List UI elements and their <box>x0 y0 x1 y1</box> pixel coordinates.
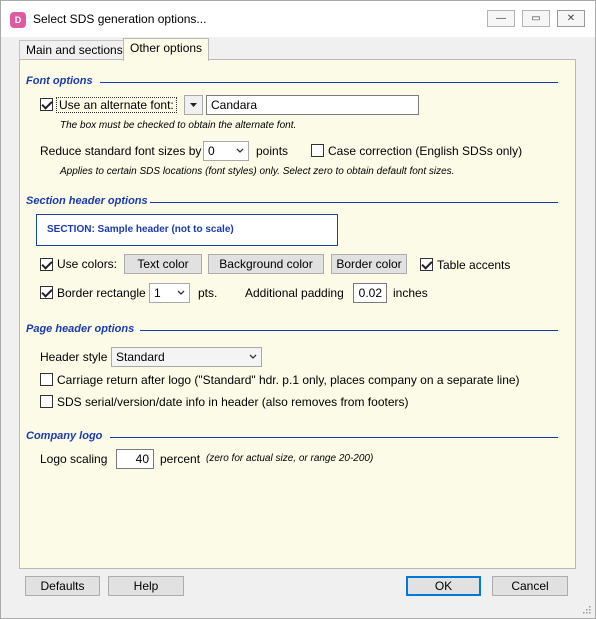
serial-info-label[interactable]: SDS serial/version/date info in header (… <box>57 395 409 409</box>
reduce-font-label: Reduce standard font sizes by <box>40 144 202 158</box>
company-logo-divider <box>110 437 558 438</box>
header-style-select[interactable]: Standard <box>111 347 262 367</box>
minimize-button[interactable]: — <box>487 10 515 27</box>
cancel-button[interactable]: Cancel <box>492 576 568 596</box>
chevron-down-icon <box>190 103 197 107</box>
case-correction-checkbox[interactable] <box>311 144 324 157</box>
header-style-value: Standard <box>116 350 165 364</box>
tab-main-and-sections[interactable]: Main and sections <box>19 40 125 60</box>
logo-scaling-unit: percent <box>160 452 201 466</box>
chevron-down-icon <box>249 354 257 359</box>
logo-scaling-label: Logo scaling <box>40 452 108 466</box>
additional-padding-label: Additional padding <box>245 286 344 300</box>
reduce-font-select[interactable]: 0 <box>203 141 249 161</box>
help-button[interactable]: Help <box>108 576 184 596</box>
carriage-return-label[interactable]: Carriage return after logo ("Standard" h… <box>57 373 520 387</box>
border-color-button[interactable]: Border color <box>331 254 407 274</box>
background-color-button[interactable]: Background color <box>208 254 324 274</box>
border-rectangle-label[interactable]: Border rectangle <box>57 286 146 300</box>
tab-other-options[interactable]: Other options <box>123 38 209 61</box>
alt-font-input[interactable]: Candara <box>206 95 419 115</box>
dialog-window: D Select SDS generation options... — ▭ ✕… <box>0 0 596 619</box>
text-color-button[interactable]: Text color <box>124 254 202 274</box>
border-rectangle-select[interactable]: 1 <box>149 283 190 303</box>
page-header-divider <box>140 330 558 331</box>
serial-info-checkbox[interactable] <box>40 395 53 408</box>
carriage-return-checkbox[interactable] <box>40 373 53 386</box>
font-options-divider <box>100 82 558 83</box>
chevron-down-icon <box>236 148 244 153</box>
table-accents-label[interactable]: Table accents <box>437 258 510 272</box>
table-accents-checkbox[interactable] <box>420 258 433 271</box>
use-colors-checkbox[interactable] <box>40 258 53 271</box>
additional-padding-unit: inches <box>393 286 428 300</box>
resize-grip-icon[interactable] <box>581 604 591 614</box>
app-logo-icon: D <box>10 12 26 28</box>
alt-font-note: The box must be checked to obtain the al… <box>60 120 297 131</box>
alt-font-label[interactable]: Use an alternate font: <box>56 97 177 113</box>
sample-header-text: SECTION: Sample header (not to scale) <box>47 224 234 235</box>
alt-font-dropdown-button[interactable] <box>184 95 203 115</box>
minimize-icon: — <box>496 13 506 24</box>
reduce-font-unit: points <box>256 144 289 158</box>
sample-header-preview: SECTION: Sample header (not to scale) <box>36 214 338 246</box>
tab-panel-other-options: Font options Use an alternate font: Cand… <box>19 59 576 569</box>
window-title: Select SDS generation options... <box>33 12 207 26</box>
title-bar[interactable]: D Select SDS generation options... — ▭ ✕ <box>1 1 595 37</box>
defaults-button[interactable]: Defaults <box>25 576 100 596</box>
header-style-label: Header style <box>40 350 108 364</box>
alt-font-checkbox[interactable] <box>40 98 53 111</box>
section-header-divider <box>150 202 558 203</box>
ok-button[interactable]: OK <box>406 576 481 596</box>
border-rectangle-value: 1 <box>154 286 161 300</box>
maximize-icon: ▭ <box>531 13 541 24</box>
font-options-title: Font options <box>26 75 93 87</box>
logo-scaling-input[interactable]: 40 <box>116 449 154 469</box>
page-header-options-title: Page header options <box>26 323 135 335</box>
reduce-font-value: 0 <box>208 144 215 158</box>
section-header-options-title: Section header options <box>26 195 148 207</box>
reduce-font-note: Applies to certain SDS locations (font s… <box>60 166 455 177</box>
close-button[interactable]: ✕ <box>557 10 585 27</box>
border-rectangle-unit: pts. <box>198 286 218 300</box>
maximize-button[interactable]: ▭ <box>522 10 550 27</box>
additional-padding-input[interactable]: 0.02 <box>353 283 387 303</box>
case-correction-label[interactable]: Case correction (English SDSs only) <box>328 144 522 158</box>
close-icon: ✕ <box>566 13 576 24</box>
border-rectangle-checkbox[interactable] <box>40 286 53 299</box>
logo-scaling-note: (zero for actual size, or range 20-200) <box>206 453 374 464</box>
company-logo-title: Company logo <box>26 430 103 442</box>
chevron-down-icon <box>177 290 185 295</box>
use-colors-label[interactable]: Use colors: <box>57 257 117 271</box>
